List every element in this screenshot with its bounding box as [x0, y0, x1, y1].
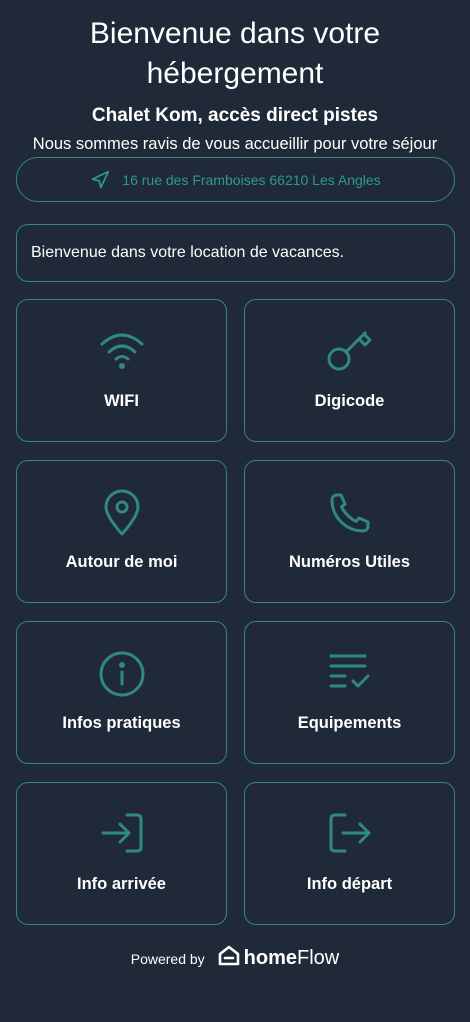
tile-autour-de-moi[interactable]: Autour de moi — [16, 460, 227, 603]
tile-info-arrivee[interactable]: Info arrivée — [16, 782, 227, 925]
address-button[interactable]: 16 rue des Framboises 66210 Les Angles — [16, 157, 455, 202]
welcome-subtitle: Nous sommes ravis de vous accueillir pou… — [32, 135, 438, 153]
brand-name-bold: home — [243, 947, 298, 969]
powered-by-text: Powered by — [130, 950, 205, 967]
info-circle-icon — [17, 650, 226, 698]
key-icon — [245, 328, 454, 374]
page-title: Bienvenue dans votre hébergement — [89, 17, 381, 90]
checklist-icon — [245, 650, 454, 690]
property-name: Chalet Kom, accès direct pistes — [91, 105, 379, 126]
tile-label: Digicode — [314, 392, 385, 410]
homeflow-house-logo-icon — [217, 944, 241, 973]
tile-label: Autour de moi — [65, 553, 178, 571]
brand-name-light: Flow — [297, 947, 340, 969]
navigation-arrow-icon — [90, 170, 110, 190]
tile-digicode[interactable]: Digicode — [244, 299, 455, 442]
tile-label: Info départ — [306, 875, 393, 893]
tile-equipements[interactable]: Equipements — [244, 621, 455, 764]
login-icon — [17, 811, 226, 855]
tile-label: Info arrivée — [77, 875, 166, 893]
homeflow-logo[interactable]: home Flow — [217, 944, 340, 973]
phone-icon — [245, 489, 454, 537]
tile-label: Infos pratiques — [62, 714, 181, 732]
tile-info-depart[interactable]: Info départ — [244, 782, 455, 925]
welcome-message-box: Bienvenue dans votre location de vacance… — [16, 224, 455, 282]
tile-infos-pratiques[interactable]: Infos pratiques — [16, 621, 227, 764]
tile-label: Numéros Utiles — [288, 553, 411, 571]
welcome-message: Bienvenue dans votre location de vacance… — [31, 244, 345, 261]
tile-label: WIFI — [104, 392, 139, 410]
logout-icon — [245, 811, 454, 855]
address-text: 16 rue des Framboises 66210 Les Angles — [122, 171, 381, 188]
footer: Powered by home Flow — [0, 944, 470, 973]
tile-wifi[interactable]: WIFI — [16, 299, 227, 442]
tile-label: Equipements — [297, 714, 402, 732]
tile-numeros-utiles[interactable]: Numéros Utiles — [244, 460, 455, 603]
wifi-icon — [17, 328, 226, 372]
map-pin-icon — [17, 489, 226, 537]
